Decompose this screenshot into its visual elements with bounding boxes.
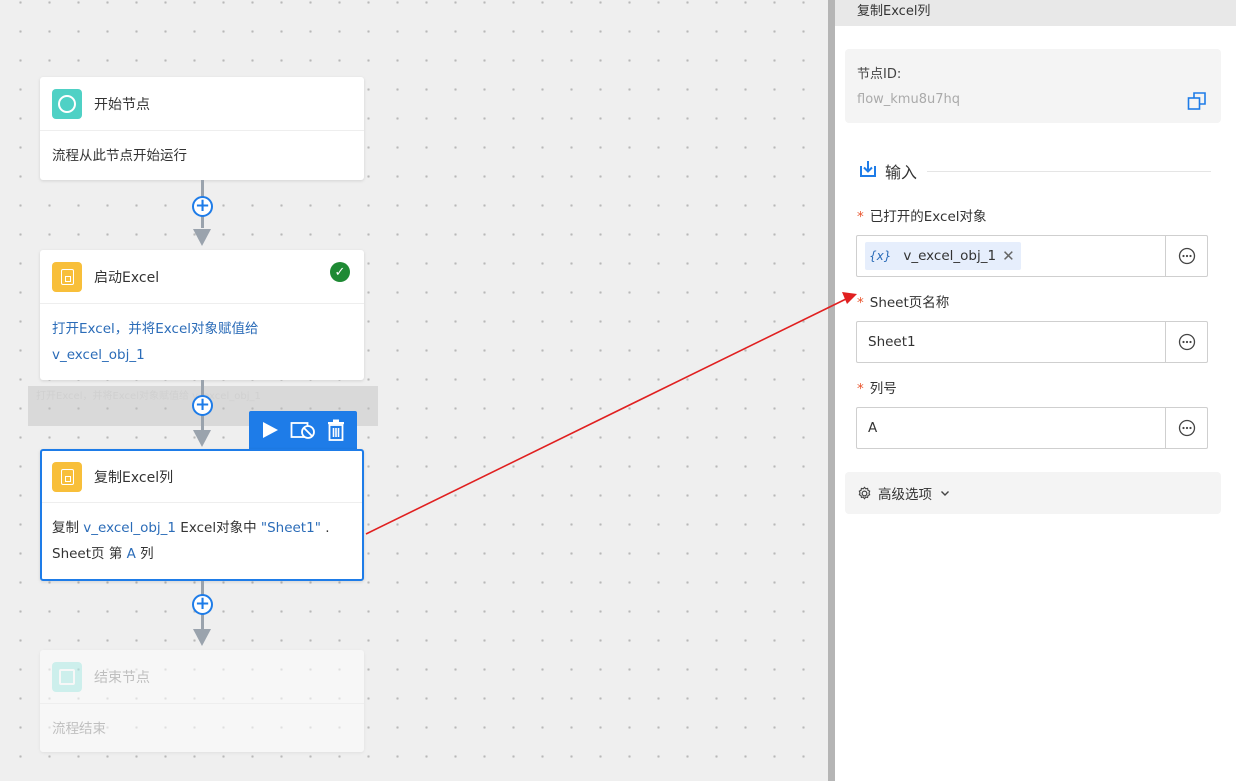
node-description: 流程从此节点开始运行 — [52, 148, 187, 164]
node-title: 结束节点 — [94, 669, 150, 686]
desc-text: . — [320, 520, 330, 536]
flow-canvas[interactable]: 开始节点 流程从此节点开始运行 + 启动Excel ✓ 打开Excel，并将Ex… — [0, 0, 828, 781]
input-download-icon — [859, 160, 877, 182]
add-node-plus-icon[interactable]: + — [192, 594, 213, 615]
desc-text: 列 — [135, 546, 154, 562]
excel-file-icon — [52, 261, 82, 292]
desc-line-1: 复制 v_excel_obj_1 Excel对象中 "Sheet1" . — [52, 515, 352, 541]
desc-text: Excel对象中 — [176, 520, 261, 536]
add-node-plus-icon[interactable]: + — [192, 196, 213, 217]
node-header: 启动Excel — [40, 250, 364, 304]
sheet-name-label: * Sheet页名称 — [857, 291, 949, 311]
node-title: 复制Excel列 — [94, 469, 174, 486]
copy-excel-column-node[interactable]: 复制Excel列 复制 v_excel_obj_1 Excel对象中 "Shee… — [40, 449, 364, 581]
advanced-options-toggle[interactable]: 高级选项 — [845, 472, 1221, 514]
variable-name: v_excel_obj_1 — [903, 248, 997, 264]
node-description: 复制 v_excel_obj_1 Excel对象中 "Sheet1" . She… — [42, 503, 362, 579]
properties-panel: 复制Excel列 节点ID: flow_kmu8u7hq 输入 * 已打开的Exc… — [835, 0, 1236, 781]
run-node-play-icon[interactable] — [260, 420, 280, 440]
more-options-button[interactable] — [1165, 322, 1207, 362]
section-divider — [927, 170, 1211, 172]
gear-icon — [857, 486, 872, 501]
more-options-button[interactable] — [1165, 236, 1207, 276]
arrow-down-icon — [193, 430, 211, 447]
section-title: 输入 — [885, 163, 918, 182]
disable-node-icon[interactable] — [290, 420, 316, 440]
field-label-text: Sheet页名称 — [869, 295, 950, 311]
advanced-options-label: 高级选项 — [878, 487, 932, 503]
field-label-text: 列号 — [869, 381, 897, 397]
success-check-icon: ✓ — [330, 262, 350, 282]
variable-icon: {x} — [869, 249, 892, 263]
node-description: 打开Excel，并将Excel对象赋值给 v_excel_obj_1 — [40, 304, 364, 380]
copy-icon[interactable] — [1187, 91, 1207, 115]
excel-object-field[interactable]: {x} v_excel_obj_1 ✕ — [856, 235, 1208, 277]
desc-text: Sheet页 第 — [52, 546, 127, 562]
desc-variable: v_excel_obj_1 — [52, 347, 145, 363]
field-content: {x} v_excel_obj_1 ✕ — [857, 242, 1165, 270]
node-title: 开始节点 — [94, 96, 150, 113]
node-id-label: 节点ID: — [857, 67, 902, 82]
node-id-value: flow_kmu8u7hq — [857, 92, 960, 107]
desc-text: 复制 — [52, 520, 84, 536]
more-options-button[interactable] — [1165, 408, 1207, 448]
launch-excel-node[interactable]: 启动Excel ✓ 打开Excel，并将Excel对象赋值给 v_excel_o… — [40, 250, 364, 380]
start-node[interactable]: 开始节点 流程从此节点开始运行 — [40, 77, 364, 180]
panel-resize-divider[interactable] — [828, 0, 835, 781]
start-node-icon — [52, 88, 82, 119]
variable-chip[interactable]: {x} v_excel_obj_1 ✕ — [865, 242, 1021, 270]
arrow-down-icon — [193, 229, 211, 246]
end-node[interactable]: 结束节点 流程结束 — [40, 650, 364, 752]
required-mark: * — [857, 381, 864, 397]
excel-file-icon — [52, 461, 82, 492]
ghost-text: 打开Excel，并将Excel对象赋值给 v_excel_obj_1 — [36, 391, 261, 402]
node-header: 复制Excel列 — [42, 451, 362, 503]
desc-text: 打开Excel，并将Excel对象赋值给 — [52, 321, 259, 337]
delete-trash-icon[interactable] — [326, 419, 346, 441]
node-header: 结束节点 — [40, 650, 364, 704]
remove-chip-close-icon[interactable]: ✕ — [1002, 247, 1015, 265]
panel-title: 复制Excel列 — [835, 0, 1236, 26]
node-header: 开始节点 — [40, 77, 364, 131]
add-node-plus-icon[interactable]: + — [192, 395, 213, 416]
arrow-down-icon — [193, 629, 211, 646]
field-label-text: 已打开的Excel对象 — [869, 209, 987, 225]
more-dots-icon — [1178, 247, 1195, 265]
column-input[interactable]: A — [857, 420, 1165, 436]
desc-variable: v_excel_obj_1 — [83, 520, 177, 536]
node-title: 启动Excel — [94, 269, 160, 286]
more-dots-icon — [1178, 333, 1195, 351]
required-mark: * — [857, 209, 864, 225]
node-id-card: 节点ID: flow_kmu8u7hq — [845, 49, 1221, 123]
node-description: 流程结束 — [52, 721, 106, 737]
desc-line-2: Sheet页 第 A 列 — [52, 541, 352, 567]
column-label: * 列号 — [857, 377, 897, 397]
end-node-icon — [52, 661, 82, 692]
chevron-down-icon — [940, 488, 950, 498]
node-toolbar — [249, 411, 357, 449]
desc-sheet-name: "Sheet1" — [260, 520, 321, 536]
sheet-name-input[interactable]: Sheet1 — [857, 334, 1165, 350]
required-mark: * — [857, 295, 864, 311]
more-dots-icon — [1178, 419, 1195, 437]
excel-object-label: * 已打开的Excel对象 — [857, 205, 987, 225]
desc-column: A — [126, 546, 136, 562]
column-field[interactable]: A — [856, 407, 1208, 449]
sheet-name-field[interactable]: Sheet1 — [856, 321, 1208, 363]
input-section-header: 输入 — [859, 156, 1211, 186]
